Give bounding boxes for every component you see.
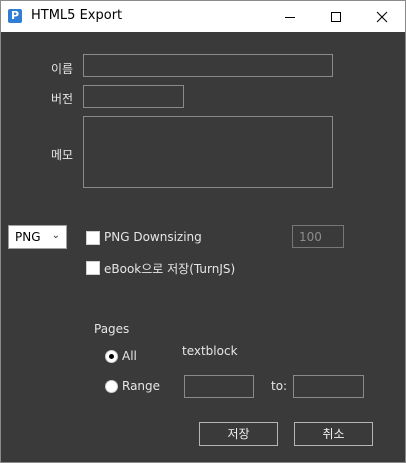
close-button[interactable] [359, 1, 405, 32]
range-to-input[interactable] [293, 375, 364, 398]
ebook-checkbox[interactable] [86, 261, 100, 275]
version-label: 버전 [51, 92, 74, 106]
pages-textblock: textblock [182, 344, 238, 358]
version-input[interactable] [83, 85, 184, 108]
minimize-icon [285, 17, 295, 18]
name-input[interactable] [83, 54, 333, 77]
app-icon: P [8, 9, 22, 23]
range-to-label: to: [271, 379, 288, 393]
memo-textarea[interactable] [83, 116, 333, 188]
radio-selected-dot [109, 354, 114, 359]
format-selected-value: PNG [15, 230, 41, 244]
format-select[interactable]: PNG ⌄ [8, 225, 67, 249]
dialog-body: 이름 버전 메모 PNG ⌄ PNG Downsizing eBook으로 저장… [1, 32, 405, 462]
memo-label: 메모 [51, 148, 74, 162]
save-button[interactable]: 저장 [199, 422, 278, 446]
range-label: Range [122, 379, 161, 393]
maximize-icon [331, 12, 341, 22]
html5-export-dialog: P HTML5 Export 이름 버전 메모 PNG ⌄ PNG Downsi… [0, 0, 406, 463]
all-pages-label: All [122, 349, 137, 363]
png-downsizing-label: PNG Downsizing [104, 230, 202, 244]
chevron-down-icon: ⌄ [51, 230, 60, 241]
range-from-input[interactable] [184, 375, 254, 398]
all-pages-radio[interactable] [105, 350, 118, 363]
close-icon [376, 11, 388, 23]
window-title: HTML5 Export [31, 8, 123, 23]
name-label: 이름 [51, 62, 74, 76]
title-bar: P HTML5 Export [1, 1, 405, 32]
cancel-button[interactable]: 취소 [294, 422, 373, 446]
minimize-button[interactable] [267, 1, 313, 32]
range-pages-radio[interactable] [105, 380, 118, 393]
downsizing-value-input[interactable] [292, 225, 344, 248]
ebook-label: eBook으로 저장(TurnJS) [104, 262, 236, 276]
pages-group-label: Pages [94, 322, 130, 336]
maximize-button[interactable] [313, 1, 359, 32]
png-downsizing-checkbox[interactable] [86, 231, 100, 245]
